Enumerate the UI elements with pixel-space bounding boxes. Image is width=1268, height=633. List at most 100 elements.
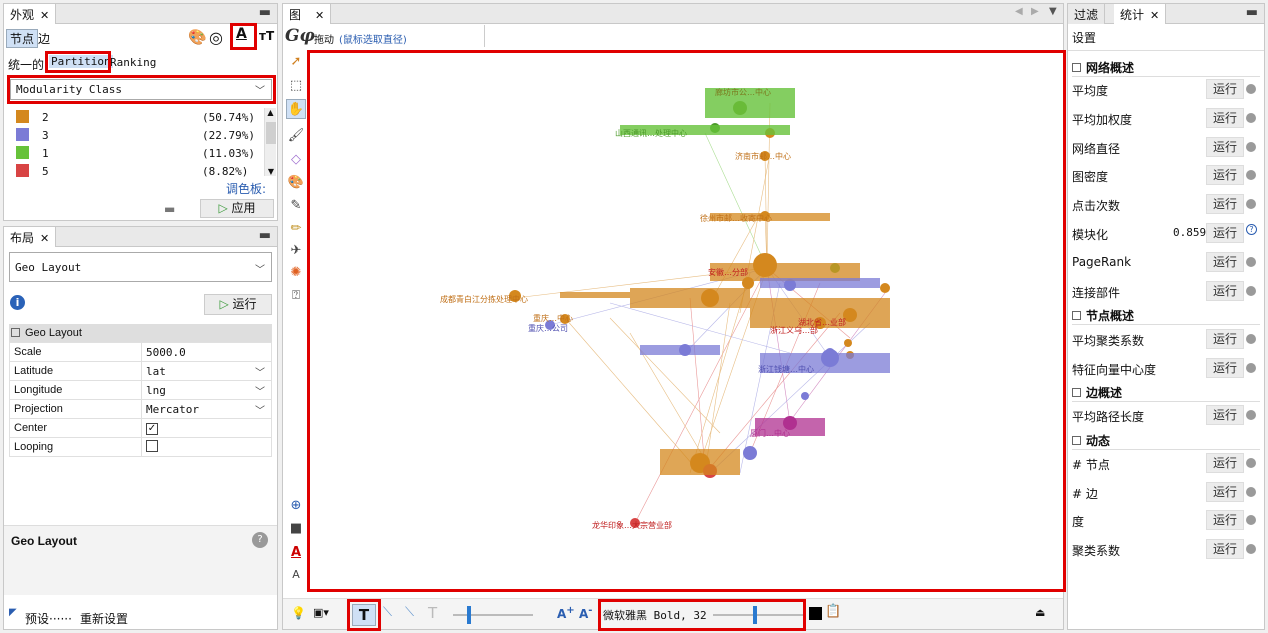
- property-group-header[interactable]: Geo Layout: [9, 324, 272, 342]
- run-button[interactable]: 运行: [1206, 358, 1244, 378]
- collapse-icon[interactable]: [1072, 311, 1081, 320]
- font-increase-icon[interactable]: A+: [557, 605, 575, 621]
- heat-icon[interactable]: ✺: [286, 263, 306, 283]
- tab-edges[interactable]: 边: [38, 30, 50, 47]
- mode-uniform[interactable]: 统一的: [8, 56, 44, 73]
- label-size-slider[interactable]: [453, 606, 533, 624]
- font-selector[interactable]: 微软雅黑 Bold, 32: [603, 607, 707, 623]
- run-button[interactable]: 运行: [1206, 165, 1244, 185]
- font-size-slider[interactable]: [713, 606, 803, 624]
- edge-color-icon[interactable]: ⟍: [405, 605, 414, 620]
- reset-button[interactable]: 重新设置: [80, 610, 128, 627]
- font-color-icon[interactable]: A: [286, 543, 306, 563]
- run-button[interactable]: 运行: [1206, 79, 1244, 99]
- label-color-swatch[interactable]: [809, 607, 822, 620]
- tab-graph[interactable]: 图 ✕: [283, 4, 332, 24]
- graph-canvas[interactable]: 廊坊市公…中心 山西通讯…处理中心 济南市邮…中心 徐州市邮…收寄中心 成都青白…: [310, 53, 1063, 589]
- legend-item[interactable]: 3 (22.79%): [6, 128, 264, 144]
- slider-thumb[interactable]: [467, 606, 471, 624]
- close-icon[interactable]: ✕: [40, 232, 49, 245]
- collapse-icon[interactable]: [11, 327, 20, 337]
- preset-button[interactable]: 预设······: [25, 610, 72, 627]
- run-button[interactable]: 运行: [1206, 194, 1244, 214]
- select-tool-icon[interactable]: ➚: [286, 52, 306, 72]
- settings-link[interactable]: 设置: [1072, 29, 1096, 46]
- legend-swatch[interactable]: [16, 164, 29, 177]
- background-color-icon[interactable]: ■: [286, 519, 306, 539]
- color-tool-icon[interactable]: 🎨: [286, 173, 306, 193]
- question-icon[interactable]: ?: [1246, 224, 1257, 235]
- close-icon[interactable]: ✕: [1150, 9, 1159, 22]
- section-dynamic[interactable]: 动态: [1072, 432, 1260, 450]
- text-style-icon[interactable]: T: [428, 604, 437, 622]
- property-value[interactable]: lng ﹀: [141, 380, 272, 400]
- palette-link[interactable]: 调色板:: [226, 180, 266, 197]
- legend-item[interactable]: 5 (8.82%): [6, 164, 264, 180]
- close-icon[interactable]: ✕: [40, 9, 49, 22]
- tab-layout[interactable]: 布局 ✕: [4, 227, 57, 247]
- lightbulb-icon[interactable]: 💡: [291, 606, 306, 620]
- collapse-icon[interactable]: [1072, 63, 1081, 72]
- legend-swatch[interactable]: [16, 110, 29, 123]
- mode-ranking[interactable]: Ranking: [110, 56, 156, 69]
- info-icon[interactable]: i: [10, 295, 25, 310]
- center-checkbox[interactable]: ✓: [146, 422, 158, 435]
- edge-pencil-icon[interactable]: ✏: [286, 219, 306, 239]
- mode-partition[interactable]: Partition: [49, 55, 113, 68]
- legend-scrollbar[interactable]: ▲ ▼: [264, 108, 276, 176]
- property-value[interactable]: Mercator ﹀: [141, 399, 272, 419]
- attributes-icon[interactable]: 📋: [825, 604, 841, 619]
- run-button[interactable]: 运行: [1206, 108, 1244, 128]
- legend-swatch[interactable]: [16, 128, 29, 141]
- run-button[interactable]: 运行: [1206, 223, 1244, 243]
- path-icon[interactable]: ✈: [286, 241, 306, 261]
- legend-item[interactable]: 1 (11.03%): [6, 146, 264, 162]
- run-button[interactable]: 运行: [1206, 281, 1244, 301]
- section-network-overview[interactable]: 网络概述: [1072, 59, 1260, 77]
- collapse-icon[interactable]: [1072, 436, 1081, 445]
- legend-item[interactable]: 2 (50.74%): [6, 110, 264, 126]
- size-icon[interactable]: ◎: [209, 28, 223, 47]
- nav-left-icon[interactable]: ◀: [1015, 6, 1023, 17]
- minimize-legend-icon[interactable]: ▬: [164, 202, 175, 216]
- minimize-icon[interactable]: ▬: [259, 5, 271, 20]
- run-button[interactable]: 运行: [1206, 453, 1244, 473]
- run-button[interactable]: 运行: [1206, 137, 1244, 157]
- scroll-up-icon[interactable]: ▲: [265, 108, 276, 117]
- legend-swatch[interactable]: [16, 146, 29, 159]
- pencil-icon[interactable]: ✎: [286, 196, 306, 216]
- minimize-icon[interactable]: ▬: [1246, 5, 1258, 20]
- apply-button[interactable]: ▷ 应用: [200, 199, 274, 218]
- diamond-icon[interactable]: ◇: [286, 150, 306, 170]
- attribute-select[interactable]: Modularity Class ﹀: [10, 79, 272, 100]
- collapse-icon[interactable]: [1072, 388, 1081, 397]
- scroll-down-icon[interactable]: ▼: [265, 167, 277, 176]
- nav-right-icon[interactable]: ▶: [1031, 6, 1039, 17]
- slider-thumb[interactable]: [753, 606, 757, 624]
- section-node-overview[interactable]: 节点概述: [1072, 307, 1260, 325]
- run-button[interactable]: 运行: [1206, 539, 1244, 559]
- preset-icon[interactable]: ◤: [9, 607, 17, 618]
- font-size-icon[interactable]: A: [286, 565, 306, 585]
- expand-icon[interactable]: ⏏: [1035, 606, 1045, 619]
- scroll-thumb[interactable]: [266, 122, 276, 144]
- tab-statistics[interactable]: 统计 ✕: [1114, 4, 1167, 24]
- help-cursor-icon[interactable]: ⍰: [286, 286, 306, 306]
- tab-filters[interactable]: 过滤: [1068, 4, 1106, 24]
- minimize-icon[interactable]: ▬: [259, 228, 271, 243]
- dropdown-icon[interactable]: ▼: [1049, 6, 1057, 17]
- help-icon[interactable]: ?: [252, 532, 268, 548]
- close-icon[interactable]: ✕: [315, 9, 324, 22]
- drag-hand-icon[interactable]: ✋: [286, 99, 306, 119]
- screenshot-icon[interactable]: ▣▾: [313, 606, 329, 619]
- property-value[interactable]: lat ﹀: [141, 361, 272, 381]
- edge-label-icon[interactable]: ⟍: [383, 605, 392, 620]
- layout-algorithm-select[interactable]: Geo Layout ﹀: [9, 252, 272, 282]
- run-button[interactable]: 运行: [1206, 482, 1244, 502]
- run-button[interactable]: 运行: [1206, 510, 1244, 530]
- tab-nodes[interactable]: 节点: [6, 29, 39, 48]
- tab-appearance[interactable]: 外观 ✕: [4, 4, 57, 24]
- brush-icon[interactable]: 🖌: [286, 126, 306, 146]
- run-button[interactable]: 运行: [1206, 329, 1244, 349]
- looping-checkbox[interactable]: [146, 439, 158, 452]
